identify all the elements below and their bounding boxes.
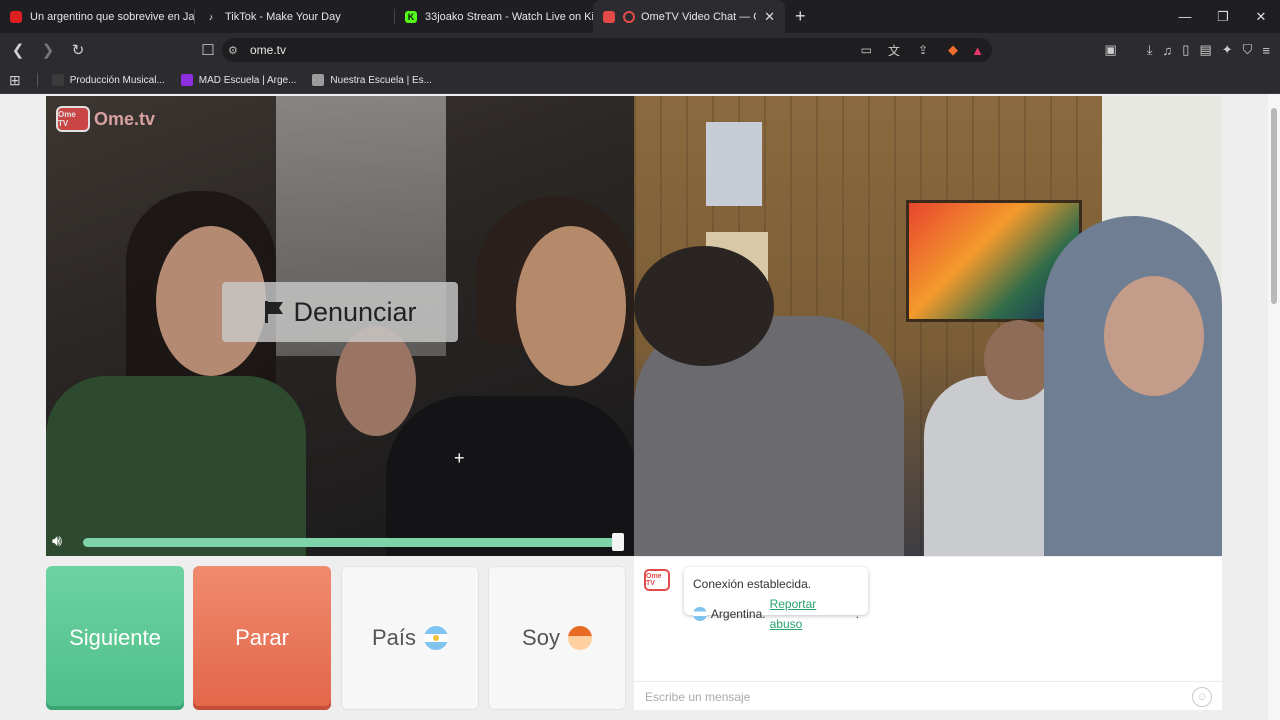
bookmark-icon[interactable]: ☐ <box>196 38 220 62</box>
brave-shield-icon[interactable]: ◆ <box>948 42 958 58</box>
new-tab-icon[interactable]: + <box>795 6 806 27</box>
vpn-icon[interactable]: ⛉ <box>1243 42 1253 58</box>
download-icon[interactable]: ⤓ <box>1147 42 1153 58</box>
tab-kick[interactable]: K 33joako Stream - Watch Live on Kick <box>395 0 593 33</box>
bookmark-item[interactable]: MAD Escuela | Arge... <box>180 74 297 86</box>
navigation-bar: ❮ ❯ ↻ ☐ ⚙ ome.tv ▭ 文 ⇪ ◆ ▲ ▣ ⤓ ♫ ▯ ▤ ✦ ⛉… <box>0 33 1280 67</box>
page-scrollbar[interactable] <box>1268 94 1280 720</box>
bookmark-item[interactable]: Producción Musical... <box>51 74 165 86</box>
tiktok-icon: ♪ <box>208 11 214 22</box>
flag-icon <box>265 301 284 323</box>
chat-panel: Ome TV Conexión establecida. Argentina. … <box>634 557 1222 710</box>
brave-rewards-icon[interactable]: ▲ <box>971 43 984 58</box>
bookmark-label: Producción Musical... <box>69 74 165 86</box>
forward-icon[interactable]: ❯ <box>36 38 60 62</box>
url-text[interactable]: ome.tv <box>250 43 286 57</box>
bookmark-favicon-icon <box>180 74 193 86</box>
sidebar-icon[interactable]: ▯ <box>1182 42 1189 58</box>
back-icon[interactable]: ❮ <box>6 38 30 62</box>
tab-title: Un argentino que sobrevive en Japón <box>30 10 195 23</box>
volume-slider[interactable] <box>83 538 617 547</box>
bookmarks-bar: ⊞ Producción Musical... MAD Escuela | Ar… <box>0 67 1280 94</box>
toolbar-right: ▣ ⤓ ♫ ▯ ▤ ✦ ⛉ ≡ <box>1104 38 1270 62</box>
stop-button[interactable]: Parar <box>193 566 331 710</box>
system-message: Conexión establecida. Argentina. Reporta… <box>684 567 868 631</box>
next-button[interactable]: Siguiente <box>46 566 184 710</box>
report-label: Denunciar <box>293 296 417 327</box>
report-abuse-link[interactable]: Reportar abuso <box>770 594 852 634</box>
tab-search-icon[interactable]: ▣ <box>1104 42 1116 58</box>
connection-status: Conexión establecida. <box>693 577 812 591</box>
message-input[interactable] <box>643 688 1167 705</box>
gender-label: Soy <box>522 625 560 650</box>
share-icon[interactable]: ⇪ <box>918 43 928 57</box>
logo-text: Ome.tv <box>94 108 156 129</box>
gender-button[interactable]: Soy <box>488 566 626 710</box>
emoji-icon[interactable]: ☺ <box>1192 687 1212 707</box>
kick-icon: K <box>405 10 417 23</box>
scroll-thumb[interactable] <box>1271 108 1277 304</box>
ometv-chat-icon: Ome TV <box>644 569 670 591</box>
restore-icon[interactable]: ❐ <box>1204 0 1242 33</box>
ometv-icon <box>603 10 615 23</box>
wallet-icon[interactable]: ▤ <box>1199 42 1211 58</box>
bookmark-favicon-icon <box>312 74 325 86</box>
tab-tiktok[interactable]: ♪ TikTok - Make Your Day <box>195 0 395 33</box>
site-settings-icon[interactable]: ⚙ <box>228 44 238 57</box>
bookmark-favicon-icon <box>51 74 64 86</box>
recording-icon <box>623 10 635 23</box>
argentina-flag-icon <box>424 626 449 650</box>
media-icon[interactable]: ♫ <box>1163 43 1173 58</box>
message-bar: ☺ <box>634 681 1222 711</box>
close-tab-icon[interactable]: ✕ <box>756 9 775 25</box>
boy-icon <box>567 626 592 650</box>
bookmark-item[interactable]: Nuestra Escuela | Es... <box>312 74 432 86</box>
window-controls: — ❐ ✕ <box>1166 0 1280 33</box>
bookmark-label: MAD Escuela | Arge... <box>198 74 297 86</box>
tab-title: TikTok - Make Your Day <box>225 10 341 23</box>
country-label: País <box>371 625 417 650</box>
tab-title: 33joako Stream - Watch Live on Kick <box>425 10 593 23</box>
cursor-crosshair-icon: + <box>454 448 465 468</box>
partner-country: Argentina. <box>710 607 766 621</box>
close-window-icon[interactable]: ✕ <box>1242 0 1280 33</box>
stranger-video[interactable]: Ome TV Ome.tv Denunciar + <box>46 96 634 556</box>
speaker-icon[interactable]: 🔊︎ <box>52 533 76 551</box>
apps-grid-icon[interactable]: ⊞ <box>9 72 21 89</box>
menu-icon[interactable]: ≡ <box>1262 43 1270 58</box>
ometv-logo: Ome TV Ome.tv <box>56 106 155 132</box>
ometv-tv-icon: Ome TV <box>56 106 90 132</box>
self-video <box>634 96 1222 556</box>
leo-ai-icon[interactable]: ✦ <box>1222 42 1233 58</box>
reload-icon[interactable]: ↻ <box>66 38 90 62</box>
argentina-flag-icon <box>693 607 707 621</box>
tab-strip: Un argentino que sobrevive en Japón ♪ Ti… <box>0 0 1280 33</box>
translate-icon[interactable]: 文 <box>888 42 900 59</box>
next-label: Siguiente <box>69 625 161 650</box>
volume-control: 🔊︎ <box>46 527 634 557</box>
bookmark-label: Nuestra Escuela | Es... <box>330 74 432 86</box>
tab-youtube[interactable]: Un argentino que sobrevive en Japón <box>0 0 195 33</box>
youtube-icon <box>10 10 22 23</box>
country-button[interactable]: País <box>341 566 479 710</box>
report-button[interactable]: Denunciar <box>222 282 458 342</box>
minimize-icon[interactable]: — <box>1166 0 1204 33</box>
stop-label: Parar <box>235 625 289 650</box>
cast-icon[interactable]: ▭ <box>861 43 872 57</box>
volume-slider-handle[interactable] <box>612 533 624 551</box>
tab-title: OmeTV Video Chat — Omegle <box>641 10 756 23</box>
tab-ometv[interactable]: OmeTV Video Chat — Omegle ✕ <box>593 0 785 33</box>
address-bar[interactable]: ⚙ ome.tv ▭ 文 ⇪ ◆ ▲ <box>222 38 992 62</box>
